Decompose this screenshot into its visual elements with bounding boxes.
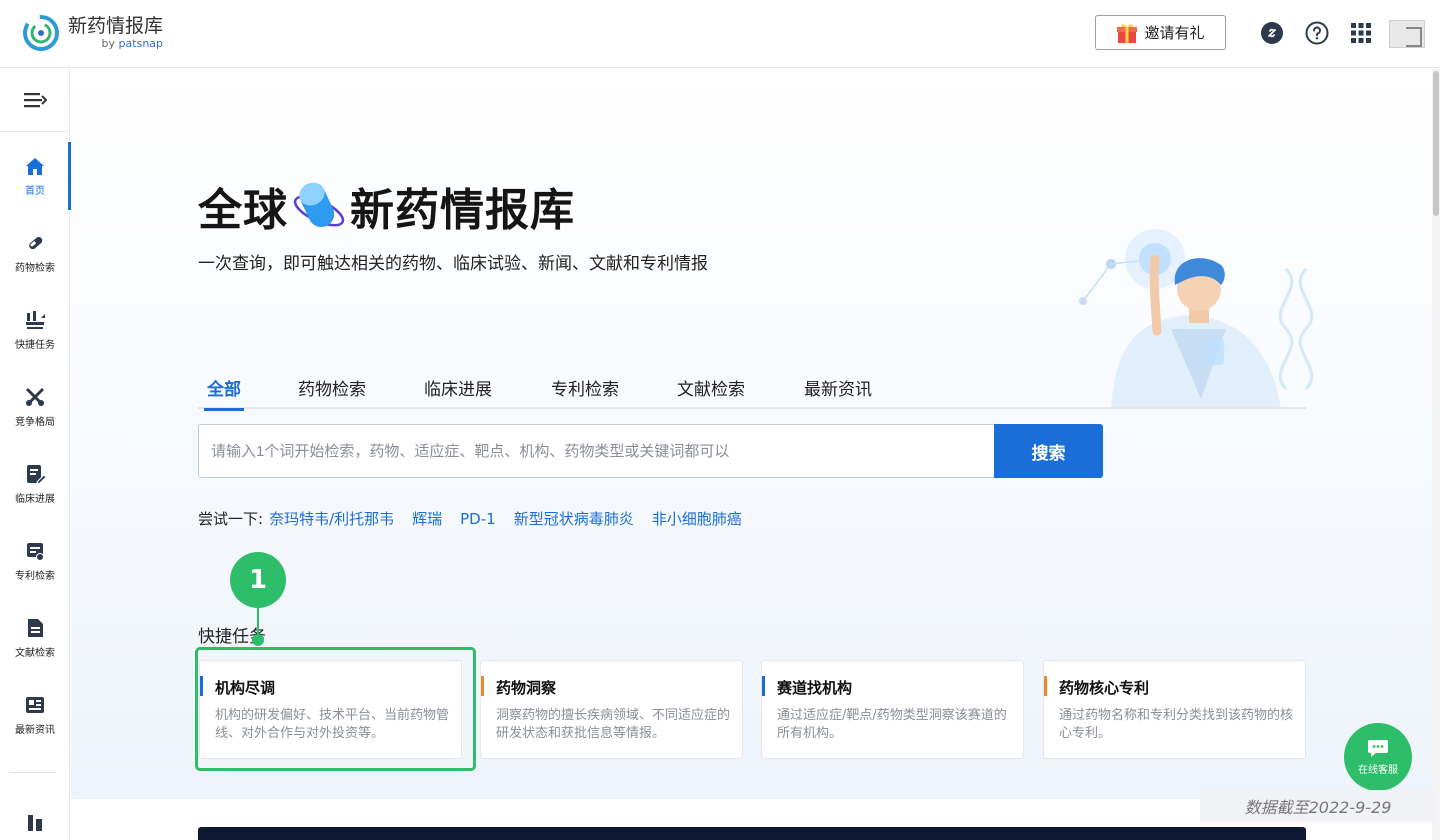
sidebar-item-news[interactable]: 最新资讯 — [0, 681, 70, 749]
home-icon — [26, 158, 44, 175]
sidebar-divider — [10, 772, 56, 773]
invite-label: 邀请有礼 — [1144, 24, 1205, 42]
quick-task-card-track-org[interactable]: 赛道找机构 通过适应症/靶点/药物类型洞察该赛道的所有机构。 — [761, 660, 1024, 759]
try-link[interactable]: 辉瑞 — [412, 508, 442, 529]
online-support-button[interactable]: 在线客服 — [1344, 723, 1412, 791]
more-icon — [28, 815, 42, 831]
try-link[interactable]: 非小细胞肺癌 — [652, 508, 742, 529]
annotation-dot — [252, 634, 264, 646]
competition-icon — [25, 387, 45, 407]
hero-subtitle: 一次查询，即可触达相关的药物、临床试验、新闻、文献和专利情报 — [198, 254, 708, 274]
promo-banner[interactable] — [198, 827, 1306, 840]
news-icon — [26, 697, 44, 713]
app-logo[interactable]: 新药情报库 by patsnap — [22, 14, 163, 52]
sidebar-collapse-button[interactable] — [0, 69, 70, 132]
tab-patent[interactable]: 专利检索 — [551, 375, 619, 409]
quick-task-card-core-patent[interactable]: 药物核心专利 通过药物名称和专利分类找到该药物的核心专利。 — [1043, 660, 1306, 759]
menu-expand-icon — [24, 93, 47, 108]
pill-icon — [29, 236, 43, 250]
tab-drug-search[interactable]: 药物检索 — [298, 375, 366, 409]
online-support-label: 在线客服 — [1358, 765, 1398, 776]
tab-all[interactable]: 全部 — [204, 375, 244, 411]
page-scrollbar[interactable] — [1432, 69, 1440, 840]
quick-task-card-org-dd[interactable]: 机构尽调 机构的研发偏好、技术平台、当前药物管线、对外合作与对外投资等。 — [199, 660, 462, 759]
sidebar: 首页 药物检索 快捷任务 竞争格局 临床进展 专利检索 文献检索 最新资讯 — [0, 69, 71, 840]
card-accent-bar — [762, 676, 765, 696]
document-icon — [28, 619, 43, 637]
logo-subtitle: by patsnap — [101, 37, 164, 50]
card-accent-bar — [481, 676, 484, 696]
search-button[interactable]: 搜索 — [994, 424, 1103, 478]
hero-section: 全球 新药情报库 一次查询，即可触达相关的药物、临床试验、新闻、文献和专利情报 — [71, 69, 1440, 799]
try-label: 尝试一下: — [198, 510, 264, 528]
data-cutoff-date: 数据截至2022-9-29 — [1200, 790, 1436, 822]
apps-grid-icon[interactable] — [1348, 20, 1374, 46]
annotation-step-marker: 1 — [230, 552, 286, 608]
sidebar-item-patent[interactable]: 专利检索 — [0, 527, 70, 595]
capsule-icon — [293, 182, 345, 228]
user-avatar[interactable] — [1389, 20, 1425, 48]
try-link[interactable]: PD-1 — [460, 510, 496, 528]
chat-bubble-icon — [1368, 740, 1388, 757]
card-accent-bar — [200, 676, 203, 696]
logo-title: 新药情报库 — [68, 15, 164, 37]
tab-literature[interactable]: 文献检索 — [677, 375, 745, 409]
sidebar-item-drug-search[interactable]: 药物检索 — [0, 219, 70, 287]
sidebar-item-quick-task[interactable]: 快捷任务 — [0, 296, 70, 364]
tab-news[interactable]: 最新资讯 — [804, 375, 872, 409]
quick-task-icon — [26, 311, 45, 329]
card-accent-bar — [1044, 676, 1047, 696]
top-header: 新药情报库 by patsnap 邀请有礼 — [0, 0, 1440, 68]
sidebar-item-literature[interactable]: 文献检索 — [0, 604, 70, 672]
scrollbar-thumb[interactable] — [1433, 71, 1439, 216]
hero-title: 全球 新药情报库 — [198, 174, 575, 238]
annotation-connector — [257, 607, 259, 637]
try-suggestions: 尝试一下: 奈玛特韦/利托那韦 辉瑞 PD-1 新型冠状病毒肺炎 非小细胞肺癌 — [198, 508, 760, 529]
gift-icon — [1117, 23, 1138, 43]
sidebar-item-more[interactable] — [0, 809, 70, 840]
tab-clinical[interactable]: 临床进展 — [424, 375, 492, 409]
sidebar-item-home[interactable]: 首页 — [0, 142, 71, 210]
try-link[interactable]: 新型冠状病毒肺炎 — [514, 508, 634, 529]
search-tabs: 全部 药物检索 临床进展 专利检索 文献检索 最新资讯 — [198, 369, 1306, 411]
sidebar-item-clinical[interactable]: 临床进展 — [0, 450, 70, 518]
quick-task-card-drug-insight[interactable]: 药物洞察 洞察药物的擅长疾病领域、不同适应症的研发状态和获批信息等情报。 — [480, 660, 743, 759]
patent-icon — [27, 543, 44, 561]
help-icon[interactable] — [1304, 20, 1330, 46]
clinical-icon — [27, 465, 46, 485]
sidebar-item-competition[interactable]: 竞争格局 — [0, 373, 70, 441]
link-icon[interactable] — [1259, 20, 1285, 46]
invite-button[interactable]: 邀请有礼 — [1095, 15, 1226, 50]
main-content: 全球 新药情报库 一次查询，即可触达相关的药物、临床试验、新闻、文献和专利情报 — [71, 69, 1440, 840]
search-input[interactable] — [198, 424, 995, 478]
logo-icon — [23, 15, 59, 51]
try-link[interactable]: 奈玛特韦/利托那韦 — [269, 508, 394, 529]
